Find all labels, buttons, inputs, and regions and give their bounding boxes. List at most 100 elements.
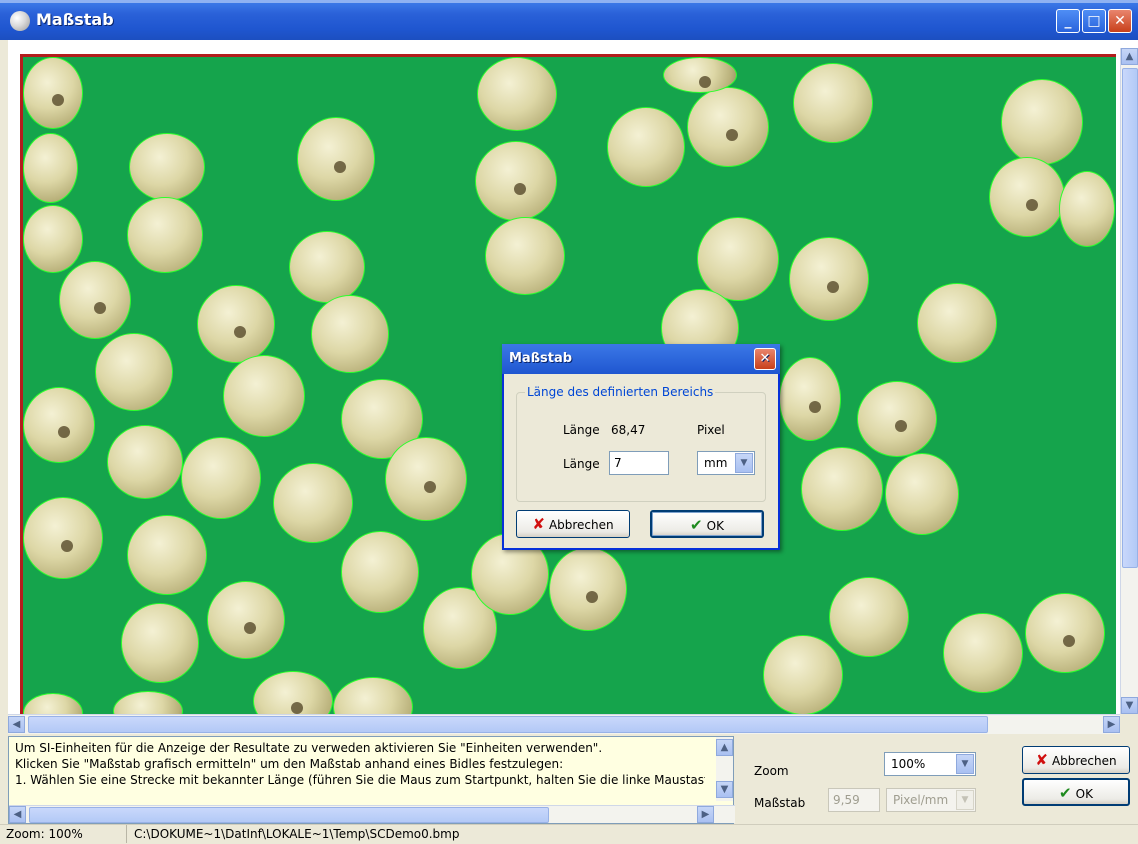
info-scroll-thumb[interactable] xyxy=(29,807,549,823)
chevron-down-icon[interactable]: ▼ xyxy=(956,754,974,774)
vertical-scroll-thumb[interactable] xyxy=(1122,68,1138,568)
maximize-button[interactable]: □ xyxy=(1082,9,1106,33)
scroll-right-icon[interactable]: ▶ xyxy=(697,806,714,823)
grain-item xyxy=(207,581,285,659)
scroll-down-icon[interactable]: ▼ xyxy=(716,781,733,798)
grain-item xyxy=(297,117,375,201)
info-text: Um SI-Einheiten für die Anzeige der Resu… xyxy=(15,740,705,800)
grain-item xyxy=(485,217,565,295)
grain-spot xyxy=(61,539,74,552)
chevron-down-icon[interactable]: ▼ xyxy=(735,453,753,473)
grain-item xyxy=(341,531,419,613)
grain-item xyxy=(23,693,83,714)
status-zoom: Zoom: 100% xyxy=(6,827,83,841)
grain-item xyxy=(763,635,843,714)
info-horizontal-scrollbar[interactable]: ◀ ▶ xyxy=(9,805,735,823)
grain-spot xyxy=(51,94,64,107)
grain-spot xyxy=(808,400,821,413)
app-icon xyxy=(10,11,30,31)
grain-spot xyxy=(93,301,106,314)
grain-spot xyxy=(514,182,527,195)
grain-spot xyxy=(726,128,739,141)
image-vertical-scrollbar[interactable]: ▲ ▼ xyxy=(1120,48,1138,714)
grain-item xyxy=(885,453,959,535)
grain-item xyxy=(95,333,173,411)
grain-item xyxy=(289,231,365,303)
scroll-down-icon[interactable]: ▼ xyxy=(1121,697,1138,714)
horizontal-scroll-thumb[interactable] xyxy=(28,716,988,733)
length-pixel-unit: Pixel xyxy=(697,423,725,437)
dialog-ok-button[interactable]: ✔ OK xyxy=(650,510,764,538)
grain-item xyxy=(127,197,203,273)
grain-item xyxy=(607,107,685,187)
grain-spot xyxy=(424,480,437,493)
grain-item xyxy=(333,677,413,714)
dialog-cancel-label: Abbrechen xyxy=(548,518,614,532)
grain-item xyxy=(779,357,841,441)
grain-spot xyxy=(291,702,304,714)
scale-value-field[interactable]: 9,59 xyxy=(828,788,880,812)
scale-label: Maßstab xyxy=(754,796,806,810)
scroll-up-icon[interactable]: ▲ xyxy=(1121,48,1138,65)
scroll-up-icon[interactable]: ▲ xyxy=(716,739,733,756)
scale-dialog[interactable]: Maßstab ✕ Länge des definierten Bereichs… xyxy=(502,344,780,550)
close-button[interactable]: ✕ xyxy=(1108,9,1132,33)
grain-item xyxy=(197,285,275,363)
grain-spot xyxy=(1063,634,1076,647)
grain-item xyxy=(793,63,873,143)
info-text-box[interactable]: Um SI-Einheiten für die Anzeige der Resu… xyxy=(8,736,735,824)
image-horizontal-scrollbar[interactable]: ◀ ▶ xyxy=(8,714,1120,734)
grain-item xyxy=(181,437,261,519)
cancel-button[interactable]: ✘ Abbrechen xyxy=(1022,746,1130,774)
grain-item xyxy=(687,87,769,167)
x-mark-icon: ✘ xyxy=(532,515,545,533)
check-mark-icon: ✔ xyxy=(690,516,703,534)
status-file-path: C:\DOKUME~1\DatInf\LOKALE~1\Temp\SCDemo0… xyxy=(134,827,460,841)
info-line: Klicken Sie "Maßstab grafisch ermitteln"… xyxy=(15,757,564,771)
grain-item xyxy=(989,157,1065,237)
grain-spot xyxy=(827,280,840,293)
group-title: Länge des definierten Bereichs xyxy=(525,385,716,399)
ok-button[interactable]: ✔ OK xyxy=(1022,778,1130,806)
grain-item xyxy=(311,295,389,373)
minimize-button[interactable]: _ xyxy=(1056,9,1080,33)
dialog-title: Maßstab xyxy=(509,351,573,366)
length-unit-select[interactable]: mm ▼ xyxy=(697,451,755,475)
grain-item xyxy=(385,437,467,521)
dialog-titlebar[interactable]: Maßstab ✕ xyxy=(502,344,780,374)
grain-item xyxy=(475,141,557,221)
grain-item xyxy=(23,387,95,463)
grain-item xyxy=(129,133,205,201)
grain-item xyxy=(113,691,183,714)
grain-item xyxy=(23,497,103,579)
grain-item xyxy=(1001,79,1083,165)
length-real-input[interactable]: 7 xyxy=(609,451,669,475)
zoom-select[interactable]: 100% ▼ xyxy=(884,752,976,776)
info-vertical-scrollbar[interactable]: ▲ ▼ xyxy=(716,737,733,801)
zoom-label: Zoom xyxy=(754,764,789,778)
grain-spot xyxy=(895,420,908,433)
x-mark-icon: ✘ xyxy=(1035,751,1048,769)
scroll-right-icon[interactable]: ▶ xyxy=(1103,716,1120,733)
grain-item xyxy=(273,463,353,543)
dialog-ok-label: OK xyxy=(706,519,724,533)
length-real-label: Länge xyxy=(563,457,600,471)
window-title: Maßstab xyxy=(36,10,114,29)
grain-item xyxy=(1059,171,1115,247)
grain-item xyxy=(663,57,737,93)
grain-item xyxy=(223,355,305,437)
chevron-down-icon[interactable]: ▼ xyxy=(956,790,974,810)
grain-item xyxy=(1025,593,1105,673)
length-groupbox: Länge des definierten Bereichs Länge 68,… xyxy=(516,385,766,502)
scroll-left-icon[interactable]: ◀ xyxy=(9,806,26,823)
grain-item xyxy=(253,671,333,714)
dialog-cancel-button[interactable]: ✘ Abbrechen xyxy=(516,510,630,538)
grain-spot xyxy=(698,75,711,88)
dialog-close-icon[interactable]: ✕ xyxy=(754,348,776,370)
window-titlebar[interactable]: Maßstab _ □ ✕ xyxy=(0,0,1138,40)
info-line: 1. Wählen Sie eine Strecke mit bekannter… xyxy=(15,773,705,787)
scale-unit-select[interactable]: Pixel/mm ▼ xyxy=(886,788,976,812)
grain-item xyxy=(829,577,909,657)
scroll-left-icon[interactable]: ◀ xyxy=(8,716,25,733)
length-pixel-label: Länge xyxy=(563,423,600,437)
